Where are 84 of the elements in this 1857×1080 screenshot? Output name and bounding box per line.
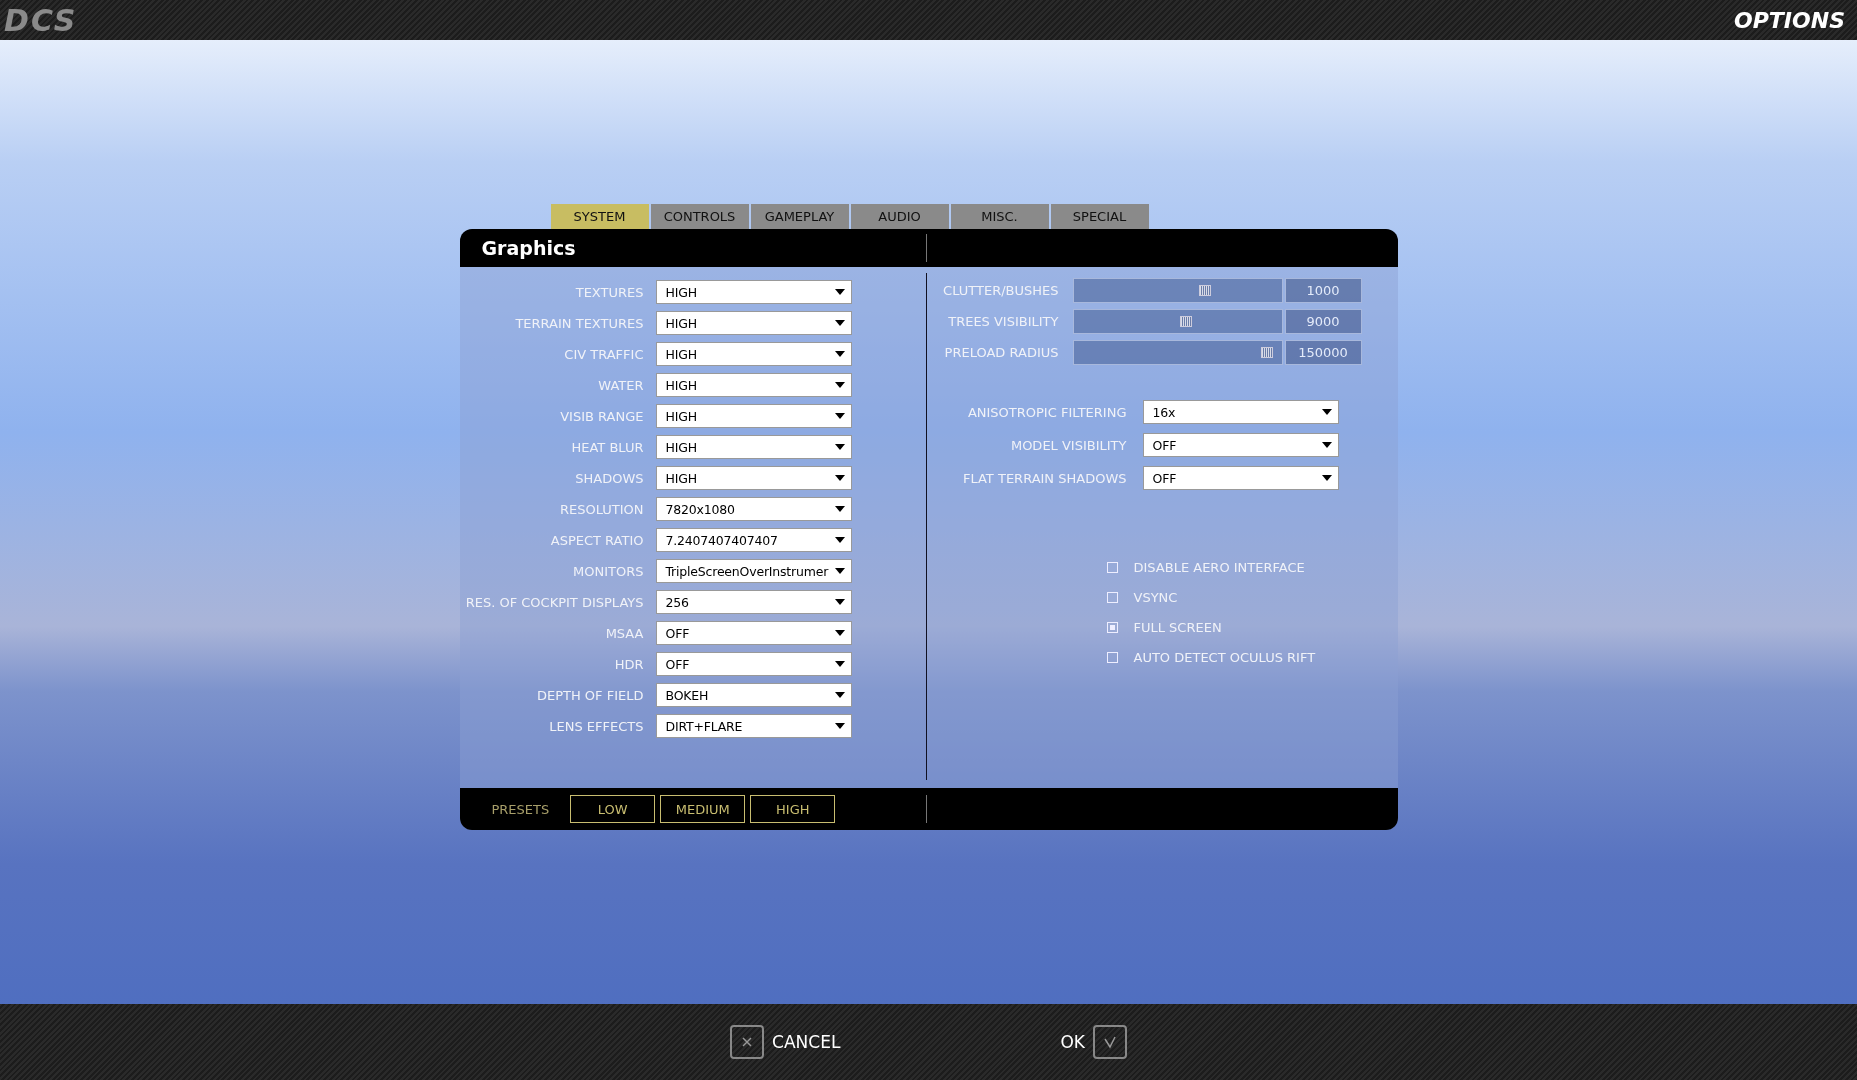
dropdown[interactable]: OFF <box>1142 433 1339 457</box>
caret-icon <box>834 661 845 667</box>
slider-thumb[interactable] <box>1198 285 1211 296</box>
caret-icon <box>834 413 845 419</box>
checkmark-icon[interactable] <box>1092 1025 1127 1059</box>
tab[interactable]: SPECIAL <box>1050 204 1149 229</box>
setting-label: ASPECT RATIO <box>549 532 645 548</box>
tab[interactable]: GAMEPLAY <box>750 204 849 229</box>
presets-label: PRESETS <box>491 801 550 817</box>
checkbox[interactable] <box>1106 621 1118 633</box>
setting-label: DEPTH OF FIELD <box>535 687 645 703</box>
value-field[interactable]: 1000 <box>1284 278 1362 303</box>
setting-label: RESOLUTION <box>558 501 645 517</box>
preset-button[interactable]: MEDIUM <box>660 795 746 823</box>
caret-icon <box>834 444 845 450</box>
setting-label: HEAT BLUR <box>570 439 645 455</box>
panel-title: Graphics <box>480 237 577 259</box>
setting-label: WATER <box>597 377 645 393</box>
dropdown[interactable]: HIGH <box>655 466 852 490</box>
caret-icon <box>834 506 845 512</box>
caret-icon <box>834 692 845 698</box>
caret-icon <box>834 599 845 605</box>
value-field[interactable]: 9000 <box>1284 309 1362 334</box>
caret-icon <box>834 382 845 388</box>
setting-label: MONITORS <box>572 563 645 579</box>
logo: DCS <box>4 2 78 38</box>
checkbox[interactable] <box>1106 651 1118 663</box>
caret-icon <box>834 475 845 481</box>
caret-icon <box>834 320 845 326</box>
dropdown[interactable]: 256 <box>655 590 852 614</box>
ok-button[interactable]: OK <box>1060 1032 1085 1052</box>
caret-icon <box>834 723 845 729</box>
caret-icon <box>834 351 845 357</box>
tab[interactable]: AUDIO <box>850 204 949 229</box>
caret-icon <box>834 537 845 543</box>
setting-label: RES. OF COCKPIT DISPLAYS <box>464 594 645 610</box>
dropdown[interactable]: OFF <box>655 621 852 645</box>
slider-thumb[interactable] <box>1260 347 1273 358</box>
setting-label: VISIB RANGE <box>559 408 645 424</box>
tab[interactable]: MISC. <box>950 204 1049 229</box>
cancel-button[interactable]: CANCEL <box>772 1032 841 1052</box>
preset-button[interactable]: LOW <box>570 795 656 823</box>
dropdown[interactable]: HIGH <box>655 342 852 366</box>
caret-icon <box>834 289 845 295</box>
setting-label: MODEL VISIBILITY <box>1009 437 1128 453</box>
dropdown[interactable]: HIGH <box>655 280 852 304</box>
dropdown[interactable]: 7.2407407407407 <box>655 528 852 552</box>
checkbox[interactable] <box>1106 591 1118 603</box>
setting-label: SHADOWS <box>574 470 645 486</box>
caret-icon <box>834 630 845 636</box>
preset-button[interactable]: HIGH <box>750 795 836 823</box>
tab[interactable]: CONTROLS <box>650 204 749 229</box>
dropdown[interactable]: DIRT+FLARE <box>655 714 852 738</box>
dropdown[interactable]: HIGH <box>655 373 852 397</box>
dropdown[interactable]: HIGH <box>655 404 852 428</box>
dropdown[interactable]: OFF <box>655 652 852 676</box>
dropdown[interactable]: HIGH <box>655 311 852 335</box>
setting-label: TERRAIN TEXTURES <box>514 315 645 331</box>
dropdown[interactable]: BOKEH <box>655 683 852 707</box>
dropdown[interactable]: HIGH <box>655 435 852 459</box>
tab[interactable]: SYSTEM <box>550 204 649 229</box>
setting-label: TEXTURES <box>574 284 645 300</box>
setting-label: LENS EFFECTS <box>548 718 645 734</box>
setting-label: HDR <box>613 656 645 672</box>
caret-icon <box>1321 442 1332 448</box>
dropdown[interactable]: 7820x1080 <box>655 497 852 521</box>
caret-icon <box>834 568 845 574</box>
value-field[interactable]: 150000 <box>1284 340 1362 365</box>
dropdown[interactable]: TripleScreenOverInstrumer <box>655 559 852 583</box>
slider-label: CLUTTER/BUSHES <box>942 283 1060 298</box>
dropdown[interactable]: OFF <box>1142 466 1339 490</box>
slider-label: TREES VISIBILITY <box>947 314 1060 329</box>
setting-label: MSAA <box>604 625 645 641</box>
checkbox[interactable] <box>1106 561 1118 573</box>
setting-label: FLAT TERRAIN SHADOWS <box>961 470 1128 486</box>
slider-label: PRELOAD RADIUS <box>943 345 1060 360</box>
dropdown[interactable]: 16x <box>1142 400 1339 424</box>
page-title: OPTIONS <box>1734 7 1845 33</box>
close-icon[interactable] <box>730 1025 765 1059</box>
caret-icon <box>1321 409 1332 415</box>
caret-icon <box>1321 475 1332 481</box>
setting-label: ANISOTROPIC FILTERING <box>966 404 1128 420</box>
setting-label: CIV TRAFFIC <box>563 346 645 362</box>
slider-thumb[interactable] <box>1179 316 1192 327</box>
